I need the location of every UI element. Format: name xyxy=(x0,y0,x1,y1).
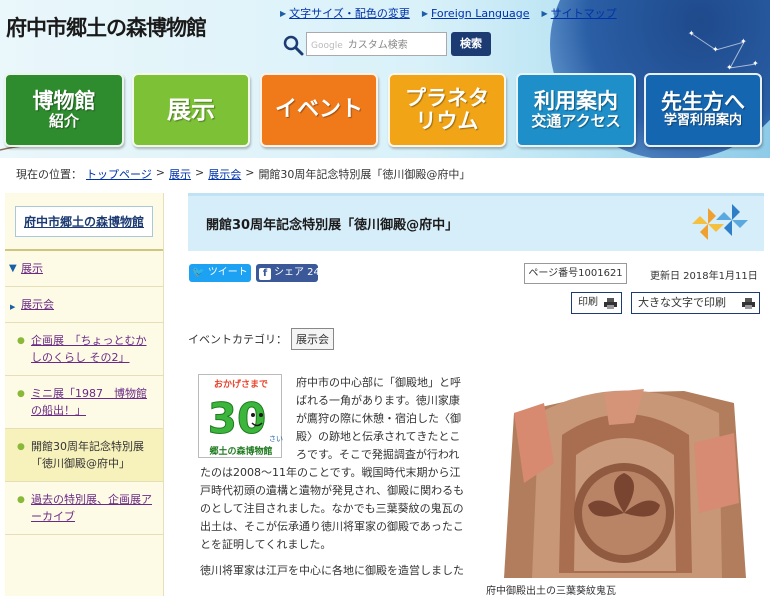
print-large-text-button[interactable]: 大きな文字で印刷 xyxy=(631,292,760,314)
global-navigation: 博物館 紹介 展示 イベント プラネタ リウム 利用案内 交通アクセス 先生方へ 学習利… xyxy=(4,73,764,147)
badge-number: 30 xyxy=(208,394,266,443)
anniversary-badge: おかげさまで 30 さい 郷土の森博物館 xyxy=(198,374,283,458)
breadcrumb-separator: > xyxy=(155,166,165,179)
page-title-bar: 開館30周年記念特別展「徳川御殿@府中」 xyxy=(188,193,764,251)
triangle-right-icon: ▶ xyxy=(541,8,548,18)
nav-teachers-button[interactable]: 先生方へ 学習利用案内 xyxy=(644,73,762,147)
anniversary-badge-graphic: おかげさまで 30 さい 郷土の森博物館 xyxy=(207,378,283,457)
event-category: イベントカテゴリ： 展示会 xyxy=(188,328,334,350)
breadcrumb-prefix: 現在の位置： xyxy=(16,168,82,181)
nav-access-button[interactable]: 利用案内 交通アクセス xyxy=(516,73,636,147)
bullet-icon: ● xyxy=(17,442,25,452)
printer-icon xyxy=(742,298,755,309)
sidebar-item-archive[interactable]: ● 過去の特別展、企画展アーカイブ xyxy=(5,482,163,535)
sidebar-header: 府中市郷土の森博物館 xyxy=(5,193,163,251)
facebook-icon: f xyxy=(259,268,271,280)
breadcrumb-exhibition-link[interactable]: 展示 xyxy=(169,166,191,182)
facebook-share-button[interactable]: f シェア 24 xyxy=(256,264,320,282)
bullet-icon: ● xyxy=(17,336,25,346)
bullet-icon: ● xyxy=(17,495,25,505)
breadcrumb-separator: > xyxy=(195,166,205,179)
sitemap-link[interactable]: ▶ サイトマップ xyxy=(542,5,617,21)
article-paragraph: 徳川将軍家は江戸を中心に各地に御殿を造営しました xyxy=(200,564,464,577)
search-button[interactable]: 検索 xyxy=(451,32,491,56)
badge-unit: さい xyxy=(269,435,283,443)
sidebar-title-link[interactable]: 府中市郷土の森博物館 xyxy=(24,215,144,229)
triangle-right-icon: ▶ xyxy=(421,8,428,18)
badge-top-text: おかげさまで xyxy=(214,378,268,390)
nav-museum-intro-button[interactable]: 博物館 紹介 xyxy=(4,73,124,147)
triangle-right-icon: ▶ xyxy=(10,303,16,311)
print-button[interactable]: 印刷 xyxy=(571,292,622,314)
category-tag: 展示会 xyxy=(291,328,334,350)
triangle-down-icon: ▼ xyxy=(9,263,17,274)
breadcrumb-current: 開館30周年記念特別展「徳川御殿@府中」 xyxy=(258,168,471,181)
constellation-lines xyxy=(691,33,757,69)
breadcrumb: 現在の位置： トップページ > 展示 > 展示会 > 開館30周年記念特別展「徳… xyxy=(16,166,470,182)
sidebar-item-exhibition[interactable]: ▼ 展示 xyxy=(5,251,163,287)
category-label: イベントカテゴリ： xyxy=(188,333,287,346)
search-placeholder: カスタム検索 xyxy=(347,40,408,51)
printer-icon xyxy=(604,298,617,309)
google-label: Google xyxy=(311,41,343,51)
badge-bottom-text: 郷土の森博物館 xyxy=(209,445,272,457)
sidebar-item-exhibitions[interactable]: ▶ 展示会 xyxy=(5,287,163,323)
search-icon xyxy=(283,35,304,56)
triangle-right-icon: ▶ xyxy=(280,8,287,18)
font-color-settings-link[interactable]: ▶ 文字サイズ・配色の変更 xyxy=(280,5,410,21)
page-number: ページ番号1001621 xyxy=(524,263,627,284)
sidebar-item-mini-exhibit[interactable]: ● ミニ展「1987 博物館の船出！」 xyxy=(5,376,163,429)
site-header: ✦ ✦ ✦ ✦ ✦ 府中市郷土の森博物館 ▶ 文字サイズ・配色の変更 ▶ Forei… xyxy=(0,0,770,158)
twitter-icon: 🐦 xyxy=(192,267,205,278)
photo-caption: 府中御殿出土の三葉葵紋鬼瓦 xyxy=(486,586,616,596)
sidebar-title-box: 府中市郷土の森博物館 xyxy=(14,205,153,237)
nav-exhibition-button[interactable]: 展示 xyxy=(132,73,250,147)
utility-links: ▶ 文字サイズ・配色の変更 ▶ Foreign Language ▶ サイトマップ xyxy=(280,5,617,21)
nav-event-button[interactable]: イベント xyxy=(260,73,378,147)
breadcrumb-exhibitions-link[interactable]: 展示会 xyxy=(208,166,241,182)
breadcrumb-separator: > xyxy=(245,166,255,179)
foreign-language-link[interactable]: ▶ Foreign Language xyxy=(422,5,530,21)
tweet-button[interactable]: 🐦 ツイート xyxy=(189,264,251,282)
search-input[interactable]: Google カスタム検索 xyxy=(306,32,447,56)
site-logo[interactable]: 府中市郷土の森博物館 xyxy=(6,12,207,42)
updated-date: 更新日 2018年1月11日 xyxy=(650,271,758,282)
page-title: 開館30周年記念特別展「徳川御殿@府中」 xyxy=(206,218,459,233)
nav-planetarium-button[interactable]: プラネタ リウム xyxy=(388,73,506,147)
onigawara-image xyxy=(484,373,762,583)
breadcrumb-top-link[interactable]: トップページ xyxy=(86,166,152,182)
sidebar-item-special-1[interactable]: ● 企画展 「ちょっとむかしのくらし その2」 xyxy=(5,323,163,376)
sidebar: 府中市郷土の森博物館 ▼ 展示 ▶ 展示会 ● 企画展 「ちょっとむかしのくらし その… xyxy=(5,193,164,596)
onigawara-photo xyxy=(484,373,762,583)
bullet-icon: ● xyxy=(17,389,25,399)
pinwheel-icon xyxy=(692,204,748,240)
sidebar-item-current: ● 開館30周年記念特別展「徳川御殿@府中」 xyxy=(5,429,163,482)
